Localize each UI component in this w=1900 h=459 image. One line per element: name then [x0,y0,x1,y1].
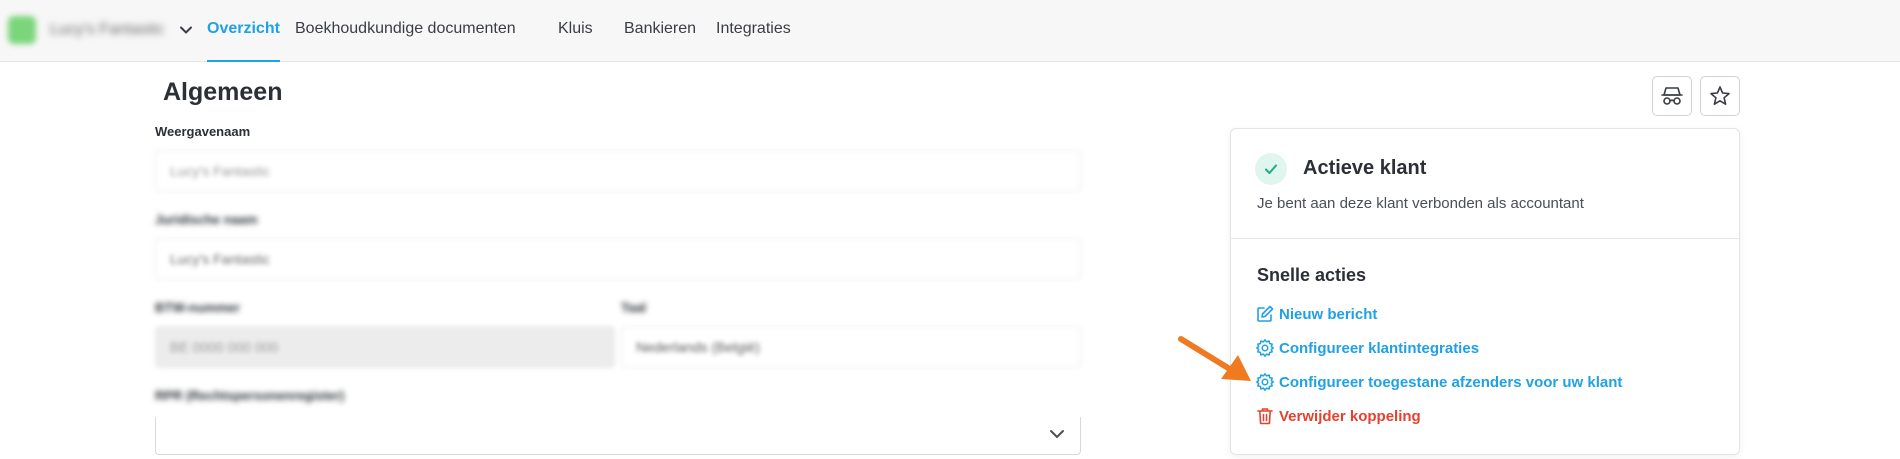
tab-kluis[interactable]: Kluis [558,0,593,62]
client-status-card: Actieve klant Je bent aan deze klant ver… [1230,128,1740,455]
favorite-button[interactable] [1700,76,1740,116]
chevron-down-icon [1050,430,1064,439]
annotation-arrow-icon [1178,336,1251,381]
gear-icon [1256,339,1274,357]
vat-number-input[interactable]: BE 0000 000 000 [155,326,615,368]
vat-number-label: BTW-nummer [155,300,240,315]
client-avatar [8,16,36,44]
tab-overzicht[interactable]: Overzicht [207,0,280,62]
display-name-input[interactable]: Lucy's Fantastic [155,150,1081,192]
tab-boekhoudkundige-documenten[interactable]: Boekhoudkundige documenten [295,0,516,62]
legal-name-label: Juridische naam [155,212,258,227]
check-icon [1265,164,1277,174]
star-icon [1710,86,1730,105]
client-name: Lucy's Fantastic [50,21,165,38]
card-divider [1231,238,1739,239]
incognito-icon [1661,87,1683,105]
rpr-select[interactable] [155,417,1081,455]
tab-bankieren[interactable]: Bankieren [624,0,696,62]
trash-icon [1257,408,1273,425]
language-label: Taal [621,300,647,315]
configure-senders-label: Configureer toegestane afzenders voor uw… [1279,373,1623,391]
display-name-label: Weergavenaam [155,124,251,139]
incognito-button[interactable] [1652,76,1692,116]
page-title: Algemeen [163,78,283,106]
gear-icon [1256,373,1274,391]
new-message-action[interactable]: Nieuw bericht [1255,302,1377,326]
tab-integraties[interactable]: Integraties [716,0,791,62]
configure-senders-action[interactable]: Configureer toegestane afzenders voor uw… [1255,370,1622,394]
configure-integrations-label: Configureer klantintegraties [1279,339,1480,357]
configure-integrations-action[interactable]: Configureer klantintegraties [1255,336,1479,360]
client-switcher[interactable]: Lucy's Fantastic [8,14,198,46]
chevron-down-icon[interactable] [178,22,194,38]
status-description: Je bent aan deze klant verbonden als acc… [1257,195,1584,212]
quick-actions-title: Snelle acties [1257,265,1367,285]
status-title: Actieve klant [1303,157,1427,179]
rpr-label: RPR (Rechtspersonenregister) [155,388,345,403]
language-select[interactable]: Nederlands (België) [621,326,1081,368]
status-indicator [1255,153,1287,185]
remove-link-label: Verwijder koppeling [1279,407,1421,425]
remove-link-action[interactable]: Verwijder koppeling [1255,404,1421,428]
edit-icon [1257,305,1274,322]
top-navigation-bar: Lucy's Fantastic Overzicht Boekhoudkundi… [0,0,1900,62]
legal-name-input[interactable]: Lucy's Fantastic [155,238,1081,280]
new-message-label: Nieuw bericht [1279,305,1378,323]
